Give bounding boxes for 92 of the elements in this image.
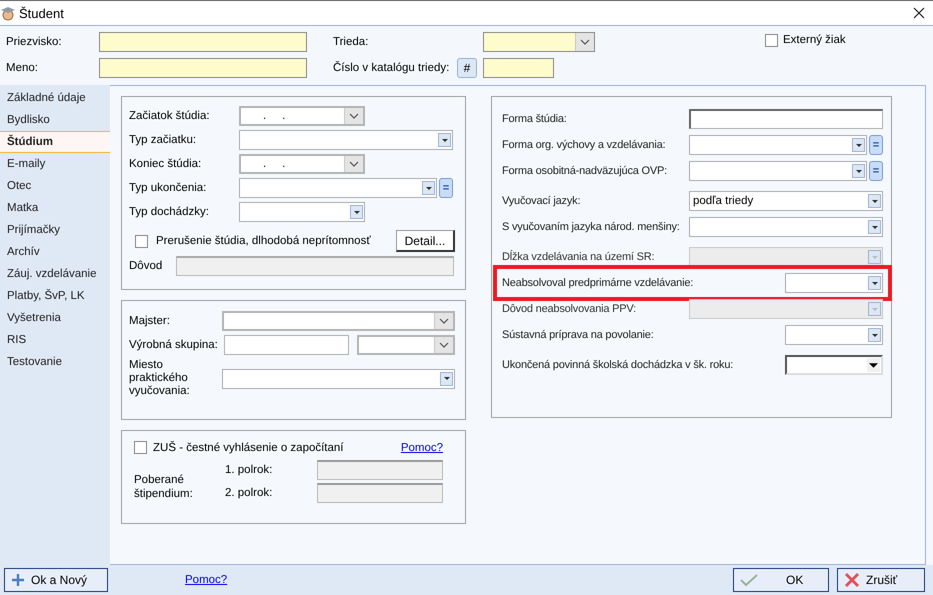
nav-item[interactable]: Vyšetrenia: [0, 307, 110, 329]
dropdown-arrow-icon: [872, 200, 878, 202]
field-label: 1. polrok:: [225, 464, 274, 476]
chevron-down-icon: [439, 342, 449, 348]
field-label: S vyučovaním jazyka národ. menšiny:: [502, 221, 681, 233]
dropdown-arrow-icon: [444, 377, 450, 380]
dropdown-arrow-icon: [426, 186, 432, 190]
dropdown[interactable]: [483, 32, 595, 52]
field-label: Majster:: [129, 315, 171, 327]
dropdown-arrow-icon: [872, 256, 878, 258]
text-field[interactable]: [224, 335, 349, 355]
chevron-down-icon: [349, 161, 359, 167]
nav-item[interactable]: Testovanie: [0, 351, 110, 373]
equals-button[interactable]: =: [869, 135, 883, 155]
field-label: Dôvod neabsolvovania PPV:: [502, 303, 638, 315]
field-label: Výrobná skupina:: [129, 339, 219, 351]
dropdown[interactable]: . .: [239, 154, 365, 174]
plus-icon: [11, 573, 25, 587]
checkbox-label: ZUŠ - čestné vyhlásenie o započítaní: [153, 442, 344, 454]
nav-item[interactable]: Štúdium: [0, 131, 110, 153]
checkbox[interactable]: [765, 34, 778, 47]
ok-and-new-button[interactable]: Ok a Nový: [4, 568, 108, 592]
field-label: Forma org. výchovy a vzdelávania:: [502, 139, 666, 151]
window-title: Študent: [19, 6, 64, 20]
text-field[interactable]: [99, 58, 307, 78]
nav-item[interactable]: RIS: [0, 329, 110, 351]
field-label: Typ začiatku:: [129, 134, 198, 146]
dropdown-arrow-icon: [869, 362, 878, 368]
nav-item[interactable]: Prijímačky: [0, 219, 110, 241]
field-label: Číslo v katalógu triedy:: [333, 62, 450, 74]
text-field[interactable]: [689, 109, 883, 129]
chevron-down-icon: [580, 39, 590, 45]
nav-item[interactable]: Platby, ŠvP, LK: [0, 285, 110, 307]
equals-button[interactable]: =: [439, 178, 453, 198]
dropdown-arrow-icon: [872, 334, 878, 336]
cancel-button[interactable]: Zrušiť: [837, 568, 925, 592]
field-label: Forma osobitná-nadväzujúca OVP:: [502, 165, 668, 177]
checkbox-label: Externý žiak: [783, 34, 846, 46]
text-field[interactable]: [176, 256, 454, 276]
nav-item[interactable]: Matka: [0, 197, 110, 219]
dropdown-arrow-icon: [442, 138, 448, 142]
field-label: Forma štúdia:: [502, 113, 568, 125]
field-label: Koniec štúdia:: [129, 158, 202, 170]
nav-item[interactable]: Archív: [0, 241, 110, 263]
dropdown-arrow-icon: [856, 170, 862, 172]
nav-item[interactable]: Základné údaje: [0, 87, 110, 109]
field-label: Vyučovací jazyk:: [502, 195, 582, 207]
checkbox[interactable]: [134, 441, 147, 454]
text-field[interactable]: [483, 58, 554, 78]
text-field[interactable]: [99, 32, 307, 52]
field-label: Miesto praktického vyučovania:: [129, 359, 191, 398]
close-icon: [844, 572, 860, 588]
checkbox[interactable]: [135, 234, 148, 248]
student-icon: [0, 5, 16, 21]
field-label: 2. polrok:: [225, 487, 274, 499]
field-label: Začiatok štúdia:: [129, 110, 211, 122]
checkbox-label: Prerušenie štúdia, dlhodobá neprítomnosť: [156, 235, 372, 247]
nav-item[interactable]: Záuj. vzdelávanie: [0, 263, 110, 285]
detail-button[interactable]: Detail...: [396, 230, 455, 252]
field-label: Priezvisko:: [5, 36, 63, 48]
dropdown[interactable]: podľa triedy: [689, 191, 883, 211]
close-icon[interactable]: [913, 7, 925, 19]
nav-item[interactable]: E-maily: [0, 153, 110, 175]
field-label: Typ dochádzky:: [129, 206, 210, 218]
dropdown-arrow-icon: [354, 210, 360, 214]
chevron-down-icon: [349, 113, 359, 119]
ok-button[interactable]: OK: [733, 568, 829, 592]
field-label: Ukončená povinná školská dochádzka v šk. roku:: [502, 359, 734, 371]
dropdown-arrow-icon: [872, 308, 878, 310]
field-label: Poberané štipendium:: [134, 473, 194, 502]
field-label: Typ ukončenia:: [129, 182, 208, 194]
nav-item[interactable]: Bydlisko: [0, 109, 110, 131]
text-field[interactable]: [317, 483, 443, 503]
field-label: Dĺžka vzdelávania na území SR:: [502, 251, 656, 263]
field-label: Meno:: [5, 62, 39, 74]
help-link[interactable]: Pomoc?: [400, 442, 443, 454]
field-label: Neabsolvoval predprimárne vzdelávanie:: [502, 277, 694, 289]
number-button[interactable]: #: [457, 58, 477, 78]
dropdown-arrow-icon: [872, 226, 878, 228]
text-field[interactable]: [317, 460, 443, 480]
dropdown[interactable]: . .: [239, 106, 365, 126]
field-label: Trieda:: [333, 36, 370, 48]
field-label: Sústavná príprava na povolanie:: [502, 329, 654, 341]
field-label: Dôvod: [129, 260, 164, 272]
help-link[interactable]: Pomoc?: [185, 574, 228, 586]
dropdown-arrow-icon: [856, 144, 862, 146]
chevron-down-icon: [439, 318, 449, 324]
checkmark-icon: [740, 573, 758, 587]
equals-button[interactable]: =: [869, 161, 883, 181]
dropdown[interactable]: [785, 355, 883, 375]
dropdown-arrow-icon: [872, 282, 878, 284]
nav-item[interactable]: Otec: [0, 175, 110, 197]
